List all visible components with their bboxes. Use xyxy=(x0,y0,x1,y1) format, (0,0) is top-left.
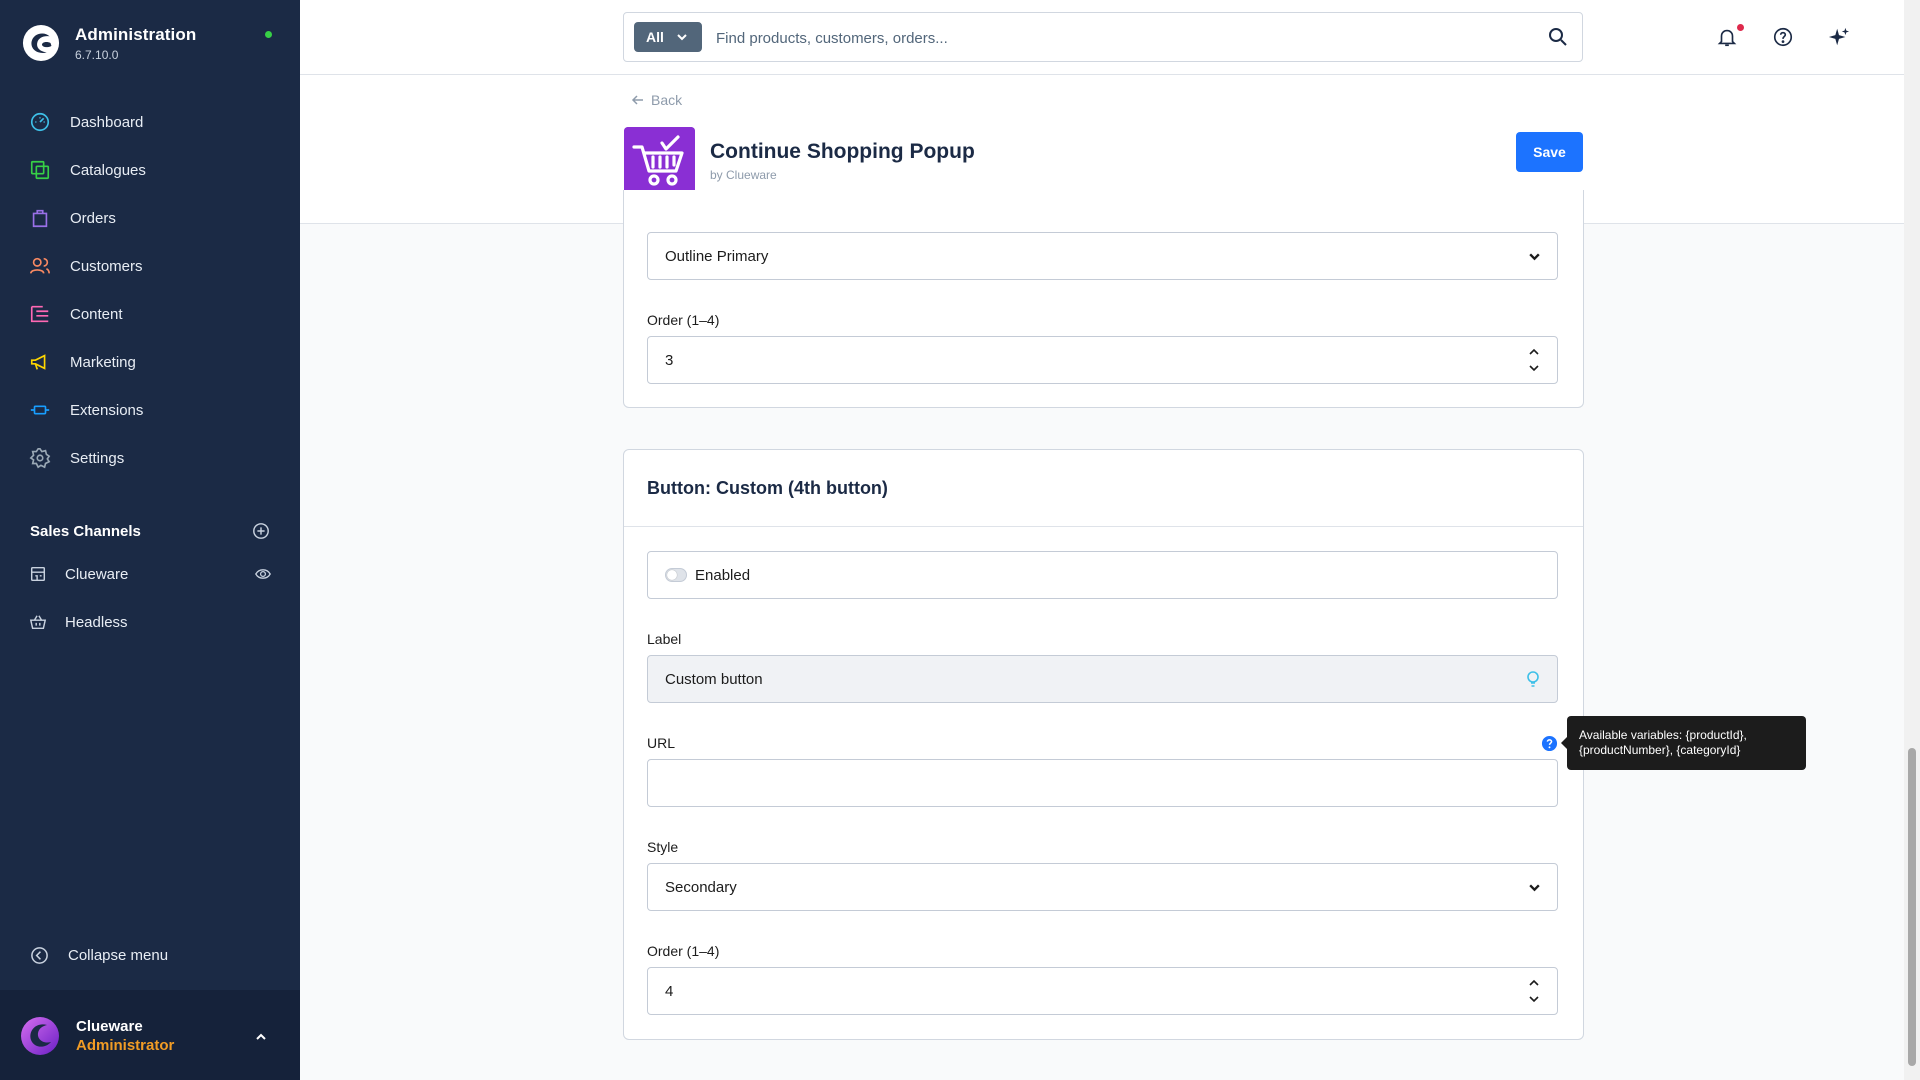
sidebar-item-orders[interactable]: Orders xyxy=(0,194,300,242)
sales-channel-label: Headless xyxy=(65,613,128,631)
chevron-up-icon xyxy=(256,1033,266,1040)
card-divider xyxy=(624,526,1583,527)
user-menu[interactable]: Clueware Administrator xyxy=(0,990,300,1080)
sidebar-item-label: Settings xyxy=(70,449,125,467)
shopware-logo-icon xyxy=(22,24,60,62)
url-input[interactable] xyxy=(647,759,1558,807)
label-field-label: Label xyxy=(647,631,682,647)
sidebar-item-extensions[interactable]: Extensions xyxy=(0,386,300,434)
page-scrollbar[interactable] xyxy=(1904,0,1920,1080)
back-link[interactable]: Back xyxy=(631,92,682,108)
enabled-switch-field[interactable]: Enabled xyxy=(647,551,1558,599)
collapse-menu-button[interactable]: Collapse menu xyxy=(30,946,168,965)
sidebar-item-catalogues[interactable]: Catalogues xyxy=(0,146,300,194)
order-number-field[interactable]: 4 xyxy=(647,967,1558,1015)
enabled-label: Enabled xyxy=(695,566,751,584)
arrow-left-icon xyxy=(631,95,643,105)
search-icon[interactable] xyxy=(1548,27,1568,47)
app-version: 6.7.10.0 xyxy=(75,47,119,62)
sales-channel-item-clueware[interactable]: Clueware xyxy=(29,554,273,594)
scrollbar-thumb[interactable] xyxy=(1908,748,1916,1066)
search-type-select[interactable]: All xyxy=(634,22,702,52)
number-stepper-icon[interactable] xyxy=(1527,345,1541,375)
sidebar-item-label: Content xyxy=(70,305,123,323)
chevron-down-icon xyxy=(677,34,687,41)
label-input-value: Custom button xyxy=(665,670,763,688)
url-help-tooltip: Available variables: {productId}, {produ… xyxy=(1561,716,1806,770)
sidebar-item-label: Marketing xyxy=(70,353,136,371)
number-stepper-icon[interactable] xyxy=(1527,976,1541,1006)
card-title: Button: Custom (4th button) xyxy=(647,478,888,498)
sidebar-item-marketing[interactable]: Marketing xyxy=(0,338,300,386)
collapse-menu-label: Collapse menu xyxy=(68,947,169,964)
global-search: All xyxy=(623,12,1583,62)
extensions-icon xyxy=(30,405,50,415)
search-input[interactable] xyxy=(716,25,1516,51)
sidebar-item-label: Customers xyxy=(70,257,143,275)
url-field-label: URL xyxy=(647,735,676,751)
sidebar-item-content[interactable]: Content xyxy=(0,290,300,338)
chevron-down-icon xyxy=(1529,884,1540,892)
sidebar-item-label: Catalogues xyxy=(70,161,146,179)
app-title: Administration xyxy=(75,24,197,44)
sidebar-item-settings[interactable]: Settings xyxy=(0,434,300,482)
help-circle-icon[interactable] xyxy=(1541,735,1558,752)
extension-author: by Clueware xyxy=(710,168,777,182)
sidebar: Administration 6.7.10.0 Dashboard Catalo… xyxy=(0,0,300,1080)
sidebar-item-label: Extensions xyxy=(70,401,144,419)
headless-basket-icon xyxy=(29,615,47,630)
settings-icon xyxy=(29,448,51,469)
main-nav: Dashboard Catalogues Orders Customers Co… xyxy=(0,98,300,482)
notifications-bell-icon[interactable] xyxy=(1716,26,1738,48)
translation-lightbulb-icon[interactable] xyxy=(1524,670,1542,688)
sidebar-item-label: Orders xyxy=(70,209,116,227)
sidebar-item-customers[interactable]: Customers xyxy=(0,242,300,290)
sidebar-item-dashboard[interactable]: Dashboard xyxy=(0,98,300,146)
online-status-dot xyxy=(265,31,272,38)
sales-channel-label: Clueware xyxy=(65,565,129,583)
top-bar: All xyxy=(300,0,1904,75)
notification-badge-dot xyxy=(1737,24,1744,31)
style-select-value: Secondary xyxy=(665,878,737,896)
chevron-down-icon xyxy=(1529,253,1540,261)
label-input[interactable]: Custom button xyxy=(647,655,1558,703)
add-sales-channel-icon[interactable] xyxy=(252,522,270,540)
sales-channel-item-headless[interactable]: Headless xyxy=(29,602,273,642)
orders-icon xyxy=(32,209,48,228)
eye-icon[interactable] xyxy=(255,566,271,582)
extension-logo-cart-icon xyxy=(624,127,695,198)
back-label: Back xyxy=(651,92,683,108)
order-label-3rd-button: Order (1–4) xyxy=(647,312,720,328)
marketing-icon xyxy=(30,354,46,370)
help-icon[interactable] xyxy=(1772,26,1794,48)
content-icon xyxy=(30,305,49,323)
style-select-3rd-button[interactable]: Outline Primary xyxy=(647,232,1558,280)
ai-sparkle-icon[interactable] xyxy=(1828,26,1850,48)
order-value: 4 xyxy=(665,982,674,1000)
brand[interactable]: Administration 6.7.10.0 xyxy=(22,24,196,62)
search-type-label: All xyxy=(646,29,664,45)
user-role: Administrator xyxy=(76,1037,175,1054)
storefront-icon xyxy=(30,566,46,582)
catalogues-icon xyxy=(30,160,50,180)
order-value: 3 xyxy=(665,351,674,369)
style-select-value: Outline Primary xyxy=(665,247,769,265)
order-field-label: Order (1–4) xyxy=(647,943,720,959)
order-number-field-3rd-button[interactable]: 3 xyxy=(647,336,1558,384)
customers-icon xyxy=(30,257,50,274)
sales-channels-header: Sales Channels xyxy=(30,522,270,540)
page-title: Continue Shopping Popup xyxy=(710,140,975,163)
style-field-label: Style xyxy=(647,839,679,855)
config-card-custom-button: Button: Custom (4th button) xyxy=(623,449,1584,1040)
collapse-chevron-left-icon xyxy=(31,947,48,964)
dashboard-icon xyxy=(30,112,50,132)
style-select[interactable]: Secondary xyxy=(647,863,1558,911)
sidebar-item-label: Dashboard xyxy=(70,113,144,131)
avatar xyxy=(21,1017,59,1055)
user-name: Clueware xyxy=(76,1018,143,1035)
sales-channels-title: Sales Channels xyxy=(30,522,141,540)
enabled-toggle[interactable] xyxy=(665,568,687,582)
save-button[interactable]: Save xyxy=(1516,132,1583,172)
